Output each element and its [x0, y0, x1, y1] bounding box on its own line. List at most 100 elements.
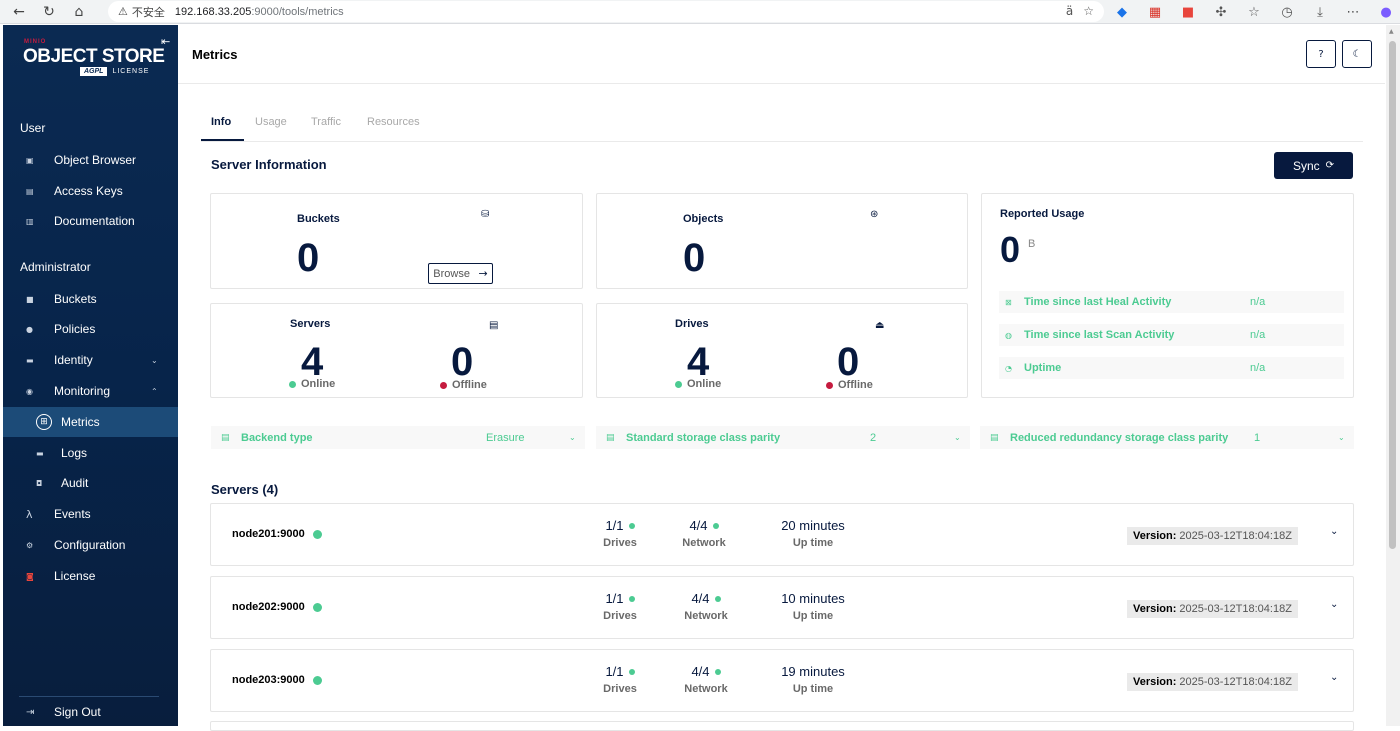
- server-icon: ▤: [489, 320, 499, 331]
- objects-icon: ⊛: [870, 209, 879, 220]
- events-icon: λ: [26, 507, 33, 521]
- expand-chevron-icon[interactable]: ⌄: [1330, 526, 1338, 537]
- sidebar-item-documentation[interactable]: ▥ Documentation: [3, 206, 178, 236]
- network-value: 4/4: [691, 591, 710, 606]
- tab-info[interactable]: Info: [211, 116, 231, 128]
- network-value: 4/4: [689, 518, 708, 533]
- extension-grid-icon[interactable]: ▦: [1145, 2, 1165, 22]
- home-icon[interactable]: ⌂: [68, 1, 90, 23]
- backend-type-pill[interactable]: ▤ Backend type Erasure ⌄: [211, 426, 585, 449]
- back-icon[interactable]: ←: [8, 1, 30, 23]
- active-tab-indicator: [201, 139, 244, 141]
- scan-activity-row: ◍ Time since last Scan Activity n/a: [999, 324, 1344, 346]
- network-dot: [714, 668, 721, 675]
- address-bar[interactable]: ⚠ 不安全 192.168.33.205:9000/tools/metrics …: [108, 1, 1104, 22]
- sidebar-item-audit[interactable]: ◘ Audit: [3, 468, 178, 498]
- sidebar-item-configuration[interactable]: ⚙ Configuration: [3, 530, 178, 560]
- sidebar-item-logs[interactable]: ▬ Logs: [3, 438, 178, 468]
- reduced-parity-label: Reduced redundancy storage class parity: [1010, 431, 1229, 444]
- buckets-count: 0: [297, 236, 320, 280]
- server-drives-metric: 1/1 Drives: [595, 664, 645, 695]
- expand-chevron-icon[interactable]: ⌄: [1330, 599, 1338, 610]
- server-row[interactable]: node203:9000 1/1 Drives 4/4 Network 19 m…: [210, 649, 1354, 712]
- collapse-sidebar-icon[interactable]: ⇤: [161, 35, 170, 48]
- sidebar-item-label: Documentation: [54, 214, 135, 228]
- scroll-up-icon[interactable]: ▲: [1389, 28, 1394, 35]
- sign-out-button[interactable]: ⇥ Sign Out: [3, 697, 178, 727]
- sidebar-item-metrics[interactable]: ⊞ Metrics: [3, 407, 178, 437]
- server-drives-metric: 1/1 Drives: [595, 591, 645, 622]
- sidebar-item-access-keys[interactable]: ▤ Access Keys: [3, 176, 178, 206]
- server-row[interactable]: node201:9000 1/1 Drives 4/4 Network 20 m…: [210, 503, 1354, 566]
- logo-agpl: AGPL: [80, 67, 108, 76]
- objects-card: Objects ⊛ 0: [596, 193, 968, 289]
- sidebar-item-identity[interactable]: ▬ Identity ⌄: [3, 345, 178, 375]
- reload-icon[interactable]: ↻: [38, 1, 60, 23]
- uptime-icon: ◔: [1005, 363, 1012, 373]
- server-row[interactable]: node202:9000 1/1 Drives 4/4 Network 10 m…: [210, 576, 1354, 639]
- copilot-icon[interactable]: ●: [1376, 2, 1396, 22]
- drives-offline-count: 0: [837, 340, 860, 384]
- version-value: 2025-03-12T18:04:18Z: [1179, 676, 1292, 688]
- version-label: Version:: [1133, 603, 1177, 615]
- favorites-icon[interactable]: ☆: [1244, 2, 1264, 22]
- drives-dot: [628, 522, 635, 529]
- scroll-thumb[interactable]: [1389, 41, 1396, 549]
- drives-dot: [628, 668, 635, 675]
- server-name-text: node201:9000: [232, 528, 305, 540]
- online-label: Online: [301, 378, 336, 390]
- drives-dot: [628, 595, 635, 602]
- offline-label: Offline: [452, 379, 487, 391]
- dark-mode-button[interactable]: ☾: [1342, 40, 1372, 68]
- extension-red-icon[interactable]: ■: [1178, 2, 1198, 22]
- servers-card: Servers ▤ 4 Online 0 Offline: [210, 303, 583, 398]
- extension-shield-icon[interactable]: ◆: [1112, 2, 1132, 22]
- sidebar-item-label: Logs: [61, 446, 88, 460]
- online-dot: [289, 380, 296, 388]
- sidebar-item-label: Audit: [61, 476, 89, 490]
- chevron-down-icon: ⌄: [151, 355, 158, 365]
- server-row-partial[interactable]: [210, 721, 1354, 731]
- download-icon[interactable]: ⤓: [1310, 2, 1330, 22]
- access-keys-icon: ▤: [26, 186, 34, 196]
- heal-activity-row: ⊠ Time since last Heal Activity n/a: [999, 291, 1344, 313]
- sidebar-item-policies[interactable]: ● Policies: [3, 314, 178, 344]
- buckets-icon: ■: [26, 294, 34, 304]
- server-status-dot: [312, 602, 322, 612]
- reduced-parity-pill[interactable]: ▤ Reduced redundancy storage class parit…: [980, 426, 1354, 449]
- history-icon[interactable]: ◷: [1277, 2, 1297, 22]
- scan-icon: ◍: [1005, 330, 1012, 340]
- servers-online-count: 4: [301, 340, 324, 384]
- chevron-down-icon: ⌄: [1338, 433, 1345, 442]
- translate-icon[interactable]: ä: [1066, 4, 1073, 18]
- browse-button[interactable]: Browse →: [428, 263, 493, 284]
- sidebar-item-license[interactable]: ◙ License: [3, 561, 178, 591]
- sidebar-item-object-browser[interactable]: ▣ Object Browser: [3, 145, 178, 175]
- settings-menu-icon[interactable]: ⋯: [1343, 2, 1363, 22]
- sidebar-item-events[interactable]: λ Events: [3, 499, 178, 529]
- sidebar-item-monitoring[interactable]: ◉ Monitoring ⌃: [3, 376, 178, 406]
- uptime-label: Uptime: [1024, 362, 1062, 374]
- parity-icon: ▤: [606, 432, 615, 443]
- scan-activity-label: Time since last Scan Activity: [1024, 329, 1175, 341]
- standard-parity-pill[interactable]: ▤ Standard storage class parity 2 ⌄: [596, 426, 970, 449]
- servers-title: Servers: [290, 318, 331, 330]
- sidebar-item-buckets[interactable]: ■ Buckets: [3, 284, 178, 314]
- page-scrollbar[interactable]: ▲: [1386, 25, 1400, 726]
- bookmark-star-icon[interactable]: ☆: [1083, 4, 1094, 18]
- moon-icon: ☾: [1352, 48, 1362, 60]
- sync-button[interactable]: Sync ⟳: [1274, 152, 1353, 179]
- tab-resources[interactable]: Resources: [367, 116, 420, 128]
- help-button[interactable]: ?: [1306, 40, 1336, 68]
- extension-puzzle-icon[interactable]: ✣: [1211, 2, 1231, 22]
- tab-usage[interactable]: Usage: [255, 116, 287, 128]
- sidebar-item-label: Metrics: [61, 415, 100, 429]
- buckets-title: Buckets: [297, 213, 340, 225]
- drives-label: Drives: [603, 537, 637, 549]
- reduced-parity-value: 1: [1254, 431, 1261, 444]
- uptime-value: 20 minutes: [781, 518, 845, 533]
- heal-activity-value: n/a: [1250, 296, 1266, 308]
- policies-icon: ●: [26, 324, 33, 334]
- expand-chevron-icon[interactable]: ⌄: [1330, 672, 1338, 683]
- tab-traffic[interactable]: Traffic: [311, 116, 341, 128]
